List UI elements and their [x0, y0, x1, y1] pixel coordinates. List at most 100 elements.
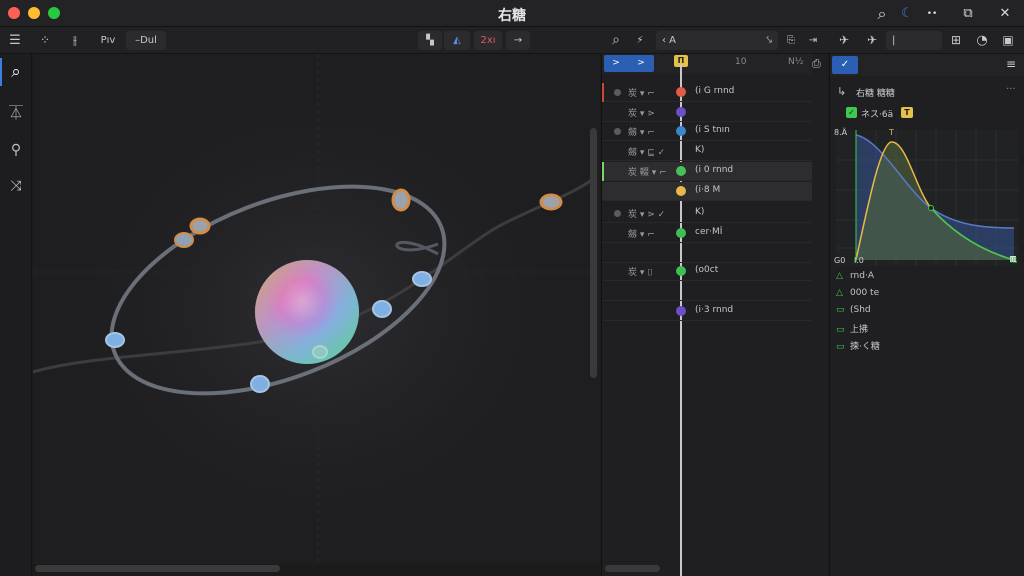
track-label: (i·8 M — [695, 185, 721, 195]
pie-icon[interactable]: ◔ — [972, 31, 992, 50]
grid-icon[interactable]: ⊞ — [946, 31, 966, 50]
range-button-1[interactable]: > — [604, 55, 628, 72]
right-field[interactable]: | — [886, 31, 942, 50]
keyframe-node[interactable] — [676, 87, 686, 97]
timeline-track-row[interactable]: 炭 輟 ▾ ⌐ (i 0 rnnd — [602, 162, 812, 181]
timeline-track-row[interactable]: 炭 ▾ ⋗ ✓ K) — [602, 204, 812, 223]
duration-button[interactable]: –Dul — [126, 31, 166, 50]
property-label: 上拂 — [850, 325, 869, 335]
track-marker — [602, 83, 604, 102]
plane-icon-2[interactable]: ✈ — [862, 31, 882, 50]
track-controls[interactable]: 炭 ▾ ⌐ — [628, 86, 655, 99]
property-shape-icon: ▭ — [836, 305, 845, 315]
keyframe-node[interactable] — [676, 166, 686, 176]
track-label: K) — [695, 145, 705, 155]
plane-icon-1[interactable]: ✈ — [834, 31, 854, 50]
tick-label-end: N½ — [788, 57, 804, 67]
timeline-track-row[interactable] — [602, 282, 812, 301]
timeline-search-icon[interactable]: ⌕ — [606, 31, 626, 50]
track-controls[interactable]: 炭 ▾ ⋗ ✓ — [628, 207, 665, 220]
keyframe-node[interactable] — [676, 228, 686, 238]
property-label: (Shd — [850, 305, 871, 315]
more-icon[interactable]: ··· — [1006, 84, 1016, 95]
timeline-track-row[interactable]: 炭 ▾ ⌷ (o0ct — [602, 262, 812, 281]
menu-icon[interactable]: ≡ — [1006, 57, 1016, 71]
property-row[interactable]: ▭ 揀·く糖 — [836, 339, 880, 355]
graph-peak-label: T — [889, 128, 894, 137]
canvas-viewport[interactable] — [33, 54, 600, 564]
zoom-button[interactable]: 2xı — [474, 31, 502, 50]
inspector-header-label: 右糖 糖糖 — [856, 89, 895, 99]
search-icon[interactable]: ⌕ — [4, 60, 28, 84]
arrows-button[interactable]: → — [506, 31, 530, 50]
track-controls[interactable]: 劔 ▾ ⌐ — [628, 125, 655, 138]
link-icon[interactable]: ⚲ — [4, 138, 28, 162]
property-shape-icon: △ — [836, 271, 843, 281]
menu-icon[interactable]: ☰ — [6, 31, 24, 50]
timeline-scrollbar[interactable] — [605, 565, 660, 572]
keyframe-node[interactable] — [676, 126, 686, 136]
bolt-icon[interactable]: ⚡ — [630, 31, 650, 50]
keyframe-node[interactable] — [676, 266, 686, 276]
track-label: (i S tnın — [695, 125, 730, 135]
filter-icon: ⤥ — [766, 35, 772, 46]
copy-icon[interactable]: ⎘ — [782, 31, 800, 50]
property-row[interactable]: ▭ 上拂 — [836, 322, 868, 338]
keyframe-tab[interactable]: ✓ — [832, 56, 858, 74]
property-row[interactable]: ▭ (Shd — [836, 305, 871, 321]
clipboard-icon[interactable]: ▣ — [998, 31, 1018, 50]
track-controls[interactable]: 劔 ▾ ⊑ ✓ — [628, 145, 665, 158]
property-row[interactable]: △ 000 te — [836, 288, 879, 304]
visibility-dot-icon[interactable] — [614, 210, 621, 217]
property-row[interactable]: △ rnd·A — [836, 271, 874, 287]
timeline-track-row[interactable]: (i·8 M — [602, 182, 812, 201]
timeline-track-row[interactable]: 劔 ▾ ⊑ ✓ K) — [602, 142, 812, 161]
back-icon[interactable]: ↳ — [837, 85, 846, 98]
track-controls[interactable]: 炭 ▾ ⋗ — [628, 106, 655, 119]
timeline-track-row[interactable]: 劔 ▾ ⌐ cer·Mİ — [602, 224, 812, 243]
track-label: K) — [695, 207, 705, 217]
snap-icon[interactable]: ⁘ — [36, 31, 54, 50]
search-icon[interactable]: ⌕ — [871, 3, 893, 25]
keyframe-node[interactable] — [676, 306, 686, 316]
track-marker — [602, 162, 604, 181]
more-icon[interactable]: •• — [921, 3, 943, 25]
globe-icon[interactable]: ☾ — [896, 3, 918, 25]
track-controls[interactable]: 炭 ▾ ⌷ — [628, 265, 653, 278]
curve-graph-svg — [836, 130, 1019, 266]
inspector-panel: ✓ ≡ ↳ 右糖 糖糖 ··· ✓ ネス·6ä T 8.Ä T G0 l.0 I… — [829, 54, 1024, 576]
timeline-ruler[interactable]: > > П 10 N½ — [602, 54, 812, 74]
viewport-vertical-scrollbar[interactable] — [590, 128, 597, 378]
view-button-1[interactable]: ▚ — [418, 31, 442, 50]
scene-graphic — [33, 54, 600, 564]
title-bar: 右糖 ⌕ ☾ •• ⧉ ✕ — [0, 0, 1024, 27]
timeline-track-row[interactable] — [602, 244, 812, 263]
panel-icon[interactable]: ⧉ — [957, 3, 979, 25]
close-icon[interactable]: ✕ — [994, 3, 1016, 25]
range-button-2[interactable]: > — [628, 55, 654, 72]
stamp-icon[interactable]: ⏄ — [4, 102, 28, 126]
active-tool-indicator — [0, 58, 2, 86]
filter-text: ‹ A — [662, 35, 677, 46]
timeline-track-row[interactable]: 炭 ▾ ⋗ — [602, 103, 812, 122]
viewport-horizontal-scrollbar[interactable] — [35, 565, 280, 572]
track-controls[interactable]: 炭 輟 ▾ ⌐ — [628, 165, 667, 178]
track-controls[interactable]: 劔 ▾ ⌐ — [628, 227, 655, 240]
keyframe-node[interactable] — [676, 107, 686, 117]
transform-icon[interactable]: ⤨ — [4, 174, 28, 198]
timeline-track-row[interactable]: 炭 ▾ ⌐ (i G rnnd — [602, 83, 812, 102]
timeline-track-row[interactable]: (i·3 rnnd — [602, 302, 812, 321]
property-label: rnd·A — [850, 271, 874, 281]
view-button-2[interactable]: ◭ — [444, 31, 470, 50]
timeline-filter[interactable]: ‹ A ⤥ — [656, 31, 778, 50]
timeline-track-row[interactable]: 劔 ▾ ⌐ (i S tnın — [602, 122, 812, 141]
print-icon[interactable]: ⎙ — [812, 57, 826, 71]
visibility-dot-icon[interactable] — [614, 128, 621, 135]
visibility-dot-icon[interactable] — [614, 89, 621, 96]
layer-row[interactable]: ✓ ネス·6ä T — [834, 106, 1021, 120]
curve-graph[interactable]: 8.Ä T G0 l.0 Iß — [834, 128, 1019, 266]
keyframe-node[interactable] — [676, 186, 686, 196]
align-icon[interactable]: ⫲ — [66, 31, 84, 50]
split-icon[interactable]: ⇥ — [804, 31, 822, 50]
mode-button[interactable]: Pıv — [94, 31, 122, 50]
